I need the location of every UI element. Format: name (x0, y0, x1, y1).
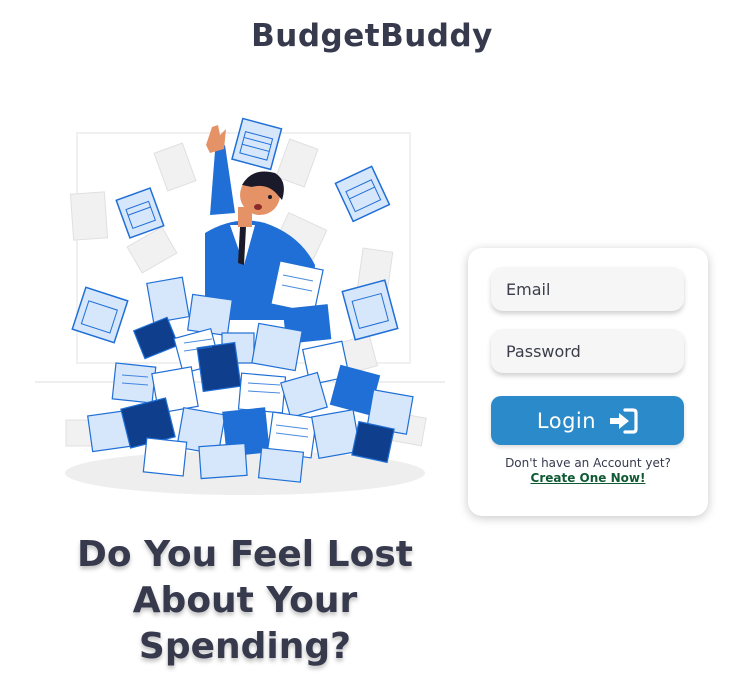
login-card: Login Don't have an Account yet? Create … (468, 248, 708, 516)
hero-headline-line: Spending? (138, 626, 352, 667)
create-account-link[interactable]: Create One Now! (468, 471, 708, 486)
hero-illustration (35, 117, 445, 495)
hero-headline: Do You Feel Lost About Your Spending? (40, 532, 450, 670)
email-field[interactable] (491, 267, 684, 311)
signup-prompt: Don't have an Account yet? Create One No… (468, 456, 708, 486)
sign-in-icon (610, 407, 638, 434)
signup-prompt-text: Don't have an Account yet? (505, 456, 671, 470)
hero-headline-line: Do You Feel Lost (77, 534, 413, 575)
login-button-label: Login (536, 408, 597, 433)
hero-headline-line: About Your (132, 580, 358, 621)
password-field[interactable] (491, 329, 684, 373)
brand-logo: BudgetBuddy (251, 18, 493, 54)
login-button[interactable]: Login (491, 396, 684, 445)
